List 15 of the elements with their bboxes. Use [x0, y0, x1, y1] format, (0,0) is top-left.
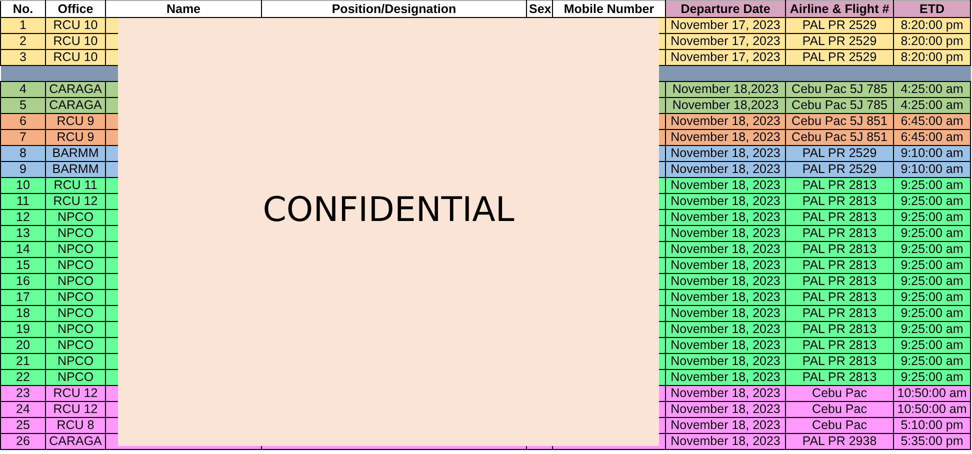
column-header: ETD	[894, 0, 970, 18]
column-header: Office	[46, 0, 106, 18]
column-header: Airline & Flight #	[786, 0, 894, 18]
column-header: Position/Designation	[262, 0, 526, 18]
column-header: Mobile Number	[552, 0, 666, 18]
table-cell: 26	[0, 434, 46, 450]
table-cell: CARAGA	[46, 434, 106, 450]
table-cell: PAL PR 2938	[786, 434, 894, 450]
table-cell: November 18, 2023	[666, 434, 786, 450]
table-cell: 5:35:00 pm	[894, 434, 970, 450]
column-header: No.	[0, 0, 46, 18]
column-header: Departure Date	[666, 0, 786, 18]
confidential-label: CONFIDENTIAL	[262, 190, 514, 230]
column-header: Name	[106, 0, 262, 18]
column-header: Sex	[526, 0, 552, 18]
